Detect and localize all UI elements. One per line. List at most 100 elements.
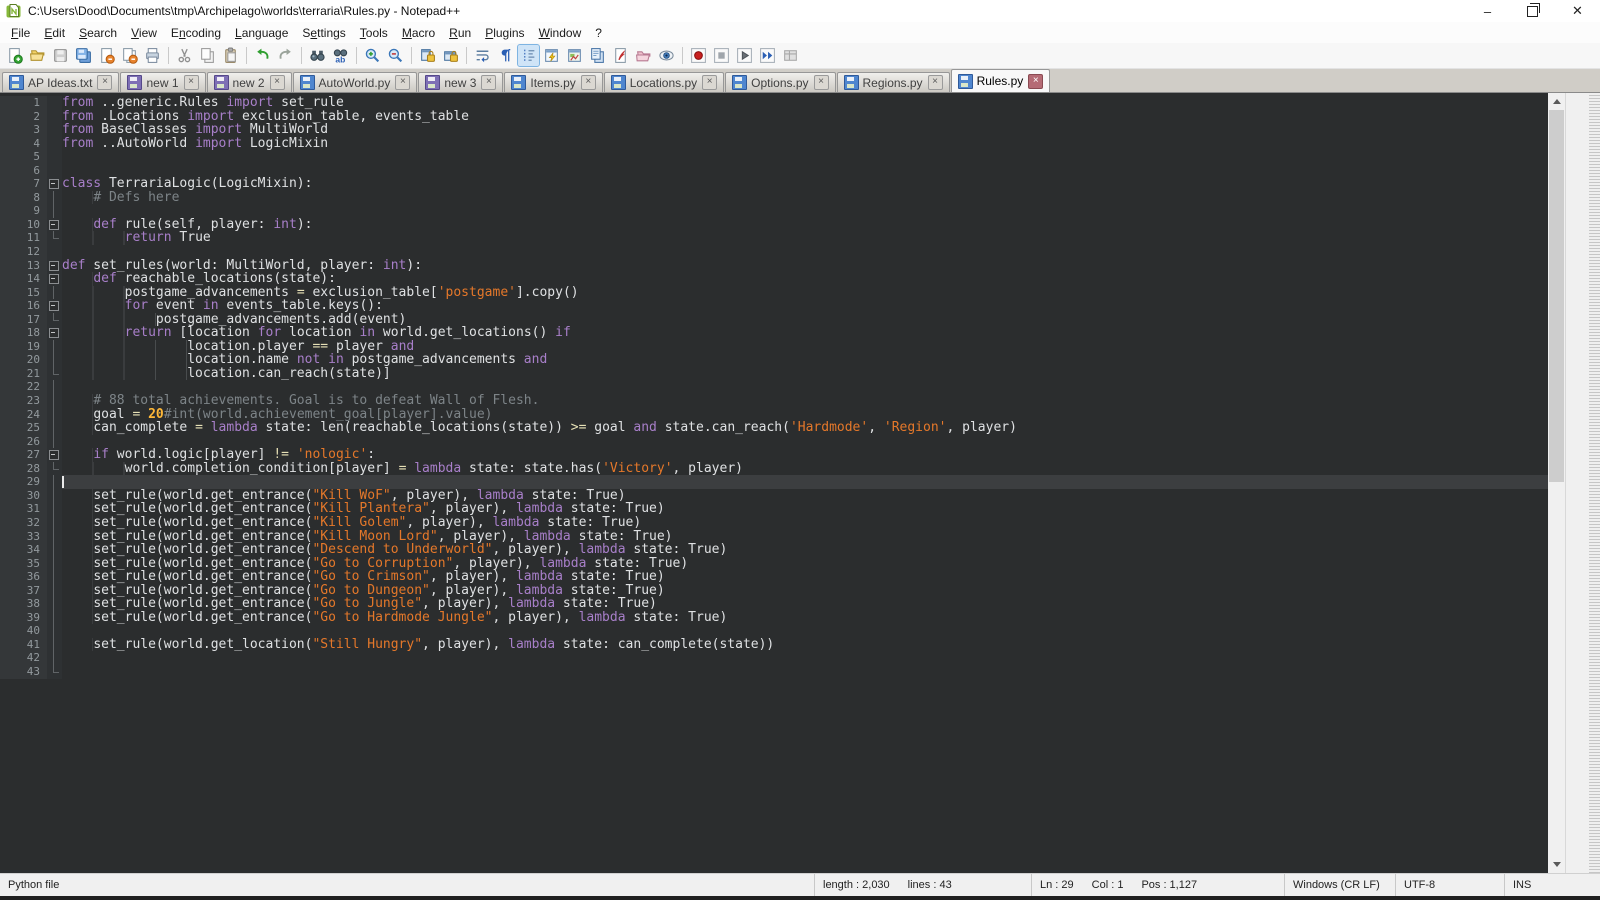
menu-edit[interactable]: Edit [37, 24, 72, 42]
menu-window[interactable]: Window [532, 24, 589, 42]
code-text[interactable]: set_rule(world.get_entrance("Go to Crims… [62, 570, 1548, 584]
code-text[interactable]: set_rule(world.get_entrance("Go to Jungl… [62, 597, 1548, 611]
tab-options-py[interactable]: Options.py× [725, 72, 835, 92]
code-text[interactable]: postgame_advancements.add(event) [62, 313, 1548, 327]
code-text[interactable] [62, 475, 1548, 489]
minimize-icon[interactable]: – [1465, 0, 1510, 22]
code-text[interactable]: set_rule(world.get_location("Still Hungr… [62, 638, 1548, 652]
code-text[interactable]: set_rule(world.get_entrance("Go to Corru… [62, 557, 1548, 571]
monitor-icon[interactable] [610, 45, 631, 66]
tab-regions-py[interactable]: Regions.py× [837, 72, 950, 92]
code-text[interactable]: from BaseClasses import MultiWorld [62, 123, 1548, 137]
scroll-down-arrow-icon[interactable] [1548, 856, 1565, 873]
new-file-icon[interactable] [4, 45, 25, 66]
code-text[interactable]: from ..AutoWorld import LogicMixin [62, 137, 1548, 151]
project-panel-icon[interactable] [633, 45, 654, 66]
tab-close-icon[interactable]: × [184, 75, 199, 90]
scrollbar-thumb[interactable] [1549, 110, 1564, 482]
close-all-icon[interactable] [119, 45, 140, 66]
menu-encoding[interactable]: Encoding [164, 24, 228, 42]
fold-collapse-icon[interactable] [47, 218, 62, 232]
code-text[interactable] [62, 665, 1548, 679]
code-text[interactable]: world.completion_condition[player] = lam… [62, 462, 1548, 476]
tab-ap-ideas-txt[interactable]: AP Ideas.txt× [2, 72, 119, 92]
tab-new-3[interactable]: new 3× [418, 72, 503, 92]
fold-collapse-icon[interactable] [47, 259, 62, 273]
code-text[interactable]: from .Locations import exclusion_table, … [62, 110, 1548, 124]
zoom-out-icon[interactable] [385, 45, 406, 66]
code-text[interactable]: set_rule(world.get_entrance("Descend to … [62, 543, 1548, 557]
tab-close-icon[interactable]: × [1028, 74, 1043, 89]
code-text[interactable]: postgame_advancements = exclusion_table[… [62, 286, 1548, 300]
code-text[interactable] [62, 380, 1548, 394]
menu-plugins[interactable]: Plugins [478, 24, 531, 42]
tab-close-icon[interactable]: × [395, 75, 410, 90]
replace-icon[interactable]: ab [330, 45, 351, 66]
zoom-in-icon[interactable] [362, 45, 383, 66]
code-text[interactable]: for event in events_table.keys(): [62, 299, 1548, 313]
code-text[interactable] [62, 651, 1548, 665]
tab-autoworld-py[interactable]: AutoWorld.py× [293, 72, 418, 92]
sync-scroll-vertical-icon[interactable] [417, 45, 438, 66]
menu-macro[interactable]: Macro [395, 24, 442, 42]
close-file-icon[interactable] [96, 45, 117, 66]
fold-collapse-icon[interactable] [47, 326, 62, 340]
menu-search[interactable]: Search [72, 24, 124, 42]
code-text[interactable]: goal = 20#int(world.achievement_goal[pla… [62, 408, 1548, 422]
code-text[interactable]: from ..generic.Rules import set_rule [62, 96, 1548, 110]
redo-icon[interactable] [275, 45, 296, 66]
code-text[interactable]: location.player == player and [62, 340, 1548, 354]
save-icon[interactable] [50, 45, 71, 66]
code-text[interactable] [62, 435, 1548, 449]
code-text[interactable]: set_rule(world.get_entrance("Kill Golem"… [62, 516, 1548, 530]
code-text[interactable] [62, 204, 1548, 218]
tab-close-icon[interactable]: × [814, 75, 829, 90]
menu-run[interactable]: Run [442, 24, 478, 42]
tab-rules-py[interactable]: Rules.py× [951, 69, 1051, 92]
tab-close-icon[interactable]: × [270, 75, 285, 90]
undo-icon[interactable] [252, 45, 273, 66]
sync-scroll-horizontal-icon[interactable] [440, 45, 461, 66]
code-text[interactable]: def reachable_locations(state): [62, 272, 1548, 286]
code-text[interactable]: # Defs here [62, 191, 1548, 205]
cut-icon[interactable] [174, 45, 195, 66]
code-text[interactable]: set_rule(world.get_entrance("Kill Moon L… [62, 530, 1548, 544]
word-wrap-icon[interactable] [472, 45, 493, 66]
code-text[interactable]: if world.logic[player] != 'nologic': [62, 448, 1548, 462]
close-icon[interactable]: ✕ [1555, 0, 1600, 22]
menu-help[interactable]: ? [588, 24, 609, 42]
tab-close-icon[interactable]: × [481, 75, 496, 90]
code-text[interactable]: # 88 total achievements. Goal is to defe… [62, 394, 1548, 408]
tab-new-1[interactable]: new 1× [120, 72, 205, 92]
tab-items-py[interactable]: Items.py× [504, 72, 602, 92]
print-icon[interactable] [142, 45, 163, 66]
macro-run-multiple-icon[interactable] [757, 45, 778, 66]
tab-close-icon[interactable]: × [581, 75, 596, 90]
macro-play-icon[interactable] [734, 45, 755, 66]
document-map-icon[interactable] [564, 45, 585, 66]
code-text[interactable]: location.can_reach(state)] [62, 367, 1548, 381]
code-text[interactable]: def rule(self, player: int): [62, 218, 1548, 232]
tab-new-2[interactable]: new 2× [207, 72, 292, 92]
function-completion-icon[interactable] [541, 45, 562, 66]
code-text[interactable]: can_complete = lambda state: len(reachab… [62, 421, 1548, 435]
menu-settings[interactable]: Settings [295, 24, 352, 42]
find-icon[interactable] [307, 45, 328, 66]
macro-record-icon[interactable] [688, 45, 709, 66]
macro-stop-icon[interactable] [711, 45, 732, 66]
show-indent-guide-icon[interactable] [518, 45, 539, 66]
tab-close-icon[interactable]: × [702, 75, 717, 90]
tab-close-icon[interactable]: × [97, 75, 112, 90]
menu-view[interactable]: View [124, 24, 164, 42]
code-area[interactable]: 1from ..generic.Rules import set_rule2fr… [0, 93, 1548, 873]
menu-file[interactable]: File [4, 24, 37, 42]
code-text[interactable]: return True [62, 231, 1548, 245]
code-text[interactable]: set_rule(world.get_entrance("Go to Hardm… [62, 611, 1548, 625]
code-text[interactable]: class TerrariaLogic(LogicMixin): [62, 177, 1548, 191]
code-text[interactable] [62, 624, 1548, 638]
open-file-icon[interactable] [27, 45, 48, 66]
code-text[interactable] [62, 245, 1548, 259]
document-switcher-icon[interactable] [587, 45, 608, 66]
code-text[interactable] [62, 164, 1548, 178]
copy-icon[interactable] [197, 45, 218, 66]
